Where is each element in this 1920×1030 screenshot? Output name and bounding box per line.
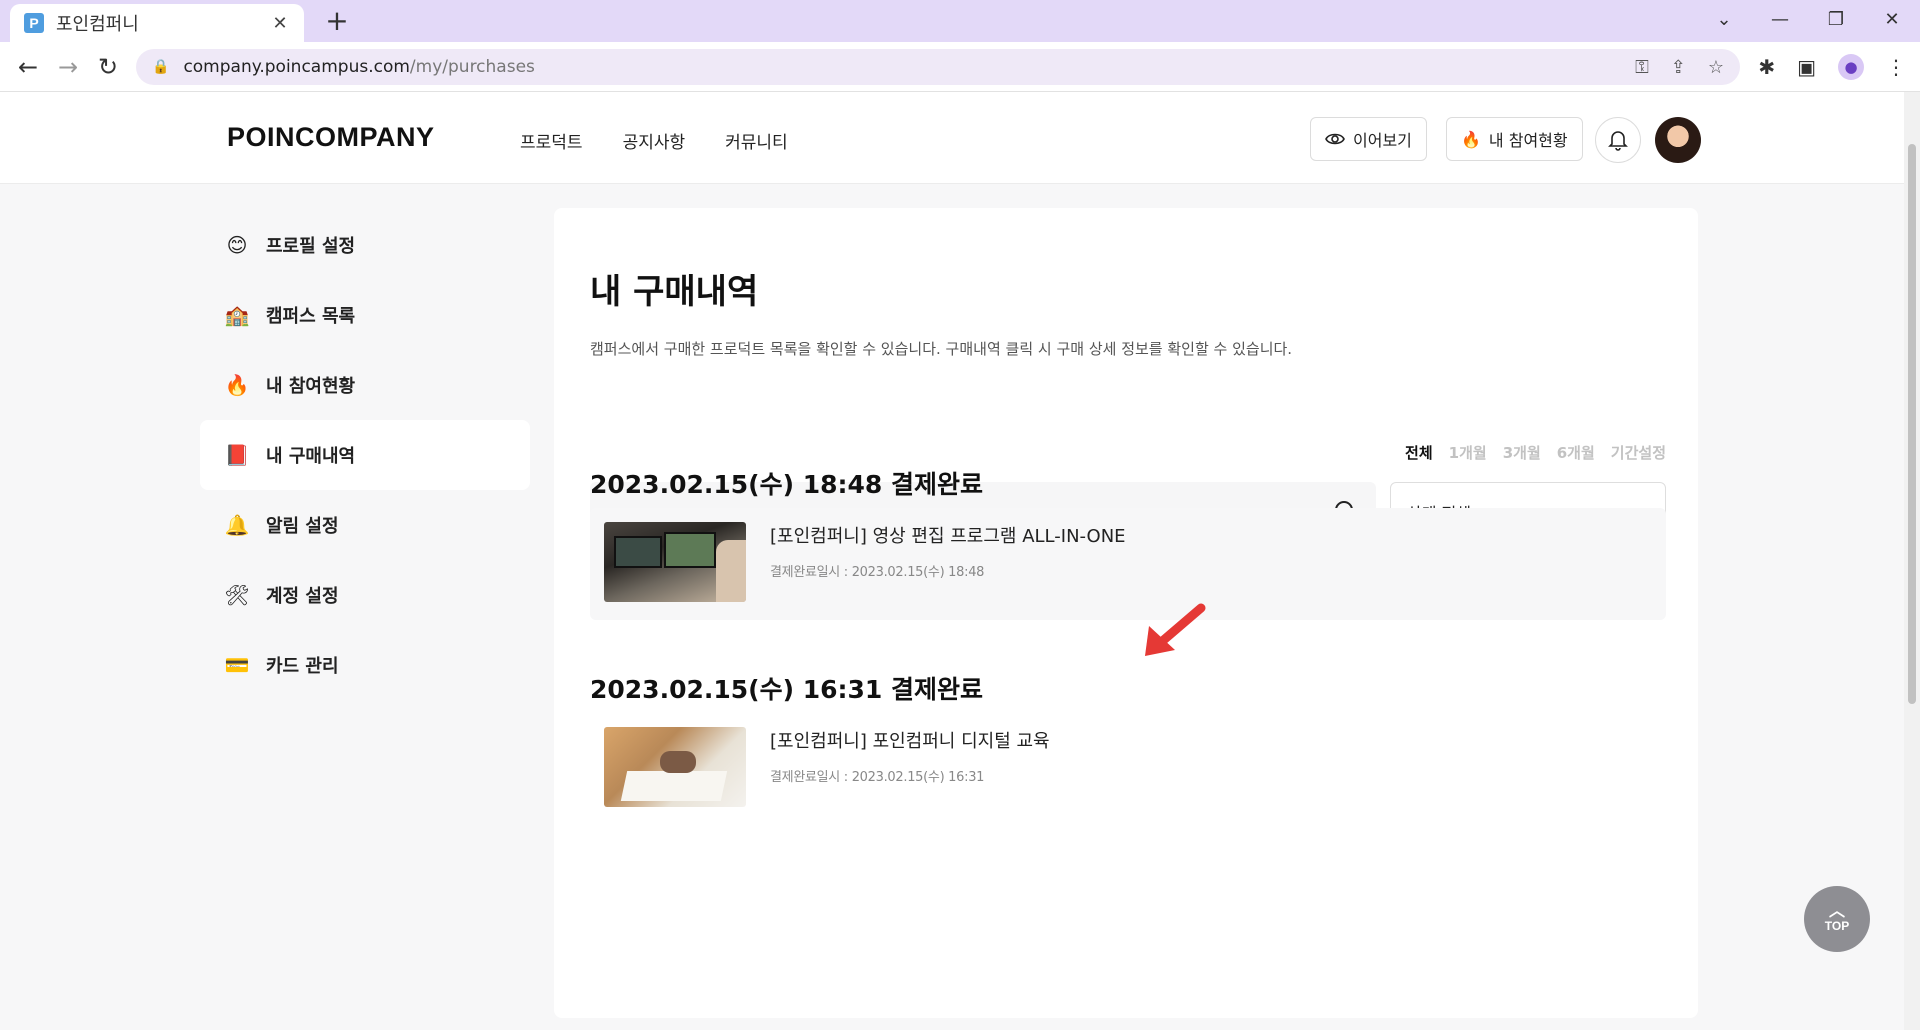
notification-bell-button[interactable] (1595, 117, 1641, 163)
bookmark-star-icon[interactable]: ☆ (1708, 57, 1724, 78)
window-controls: ⌄ — ❐ ✕ (1696, 0, 1920, 38)
card-icon: 💳 (224, 653, 250, 677)
extensions-puzzle-icon[interactable]: ✱ (1758, 55, 1775, 79)
period-filter-6-months[interactable]: 6개월 (1557, 442, 1595, 463)
smile-icon: 😊 (226, 233, 248, 257)
main-nav: 프로덕트 공지사항 커뮤니티 (520, 128, 788, 153)
tools-icon: 🛠 (224, 583, 250, 607)
order-paid-datetime: 결제완료일시 : 2023.02.15(수) 18:48 (770, 565, 985, 580)
url-path: /my/purchases (409, 57, 535, 77)
period-filter-all[interactable]: 전체 (1405, 442, 1433, 463)
nav-item-products[interactable]: 프로덕트 (520, 128, 583, 153)
order-date-heading: 2023.02.15(수) 16:31 결제완료 (590, 675, 983, 704)
share-icon[interactable]: ⇪ (1671, 57, 1686, 78)
back-icon[interactable]: ← (12, 51, 44, 83)
my-participation-button[interactable]: 🔥 내 참여현황 (1446, 117, 1583, 161)
page-title: 내 구매내역 (590, 272, 759, 312)
sidebar-item-profile-settings[interactable]: 😊 프로필 설정 (200, 210, 530, 280)
period-filter: 전체 1개월 3개월 6개월 기간설정 (1405, 442, 1666, 463)
book-icon: 📕 (224, 443, 250, 467)
user-avatar[interactable] (1655, 117, 1701, 163)
page-description: 캠퍼스에서 구매한 프로덕트 목록을 확인할 수 있습니다. 구매내역 클릭 시… (590, 340, 1293, 358)
my-participation-label: 내 참여현황 (1488, 131, 1568, 150)
scrollbar-thumb[interactable] (1908, 144, 1916, 704)
product-thumbnail (604, 727, 746, 807)
order-product-title: [포인컴퍼니] 영상 편집 프로그램 ALL-IN-ONE (770, 526, 1126, 547)
forward-icon[interactable]: → (52, 51, 84, 83)
order-item[interactable]: [포인컴퍼니] 포인컴퍼니 디지털 교육 결제완료일시 : 2023.02.15… (590, 713, 1666, 825)
period-filter-1-month[interactable]: 1개월 (1449, 442, 1487, 463)
school-icon: 🏫 (224, 303, 250, 327)
sidebar-item-label: 알림 설정 (266, 516, 339, 537)
scroll-to-top-button[interactable]: ︿ TOP (1804, 886, 1870, 952)
address-bar[interactable]: 🔒 company.poincampus.com/my/purchases ⚿ … (136, 49, 1740, 85)
bell-icon: 🔔 (224, 513, 250, 537)
continue-watching-label: 이어보기 (1353, 131, 1412, 150)
period-filter-custom[interactable]: 기간설정 (1611, 442, 1666, 463)
side-panel-icon[interactable]: ▣ (1797, 55, 1816, 79)
browser-tab-bar: P 포인컴퍼니 ✕ + ⌄ — ❐ ✕ (0, 0, 1920, 42)
sidebar-item-label: 프로필 설정 (266, 236, 356, 257)
site-logo[interactable]: POINCOMPANY (227, 122, 435, 153)
window-close-icon[interactable]: ✕ (1864, 9, 1920, 30)
site-header: POINCOMPANY 프로덕트 공지사항 커뮤니티 이어보기 🔥 내 참여현황 (0, 92, 1904, 184)
favicon-icon: P (24, 13, 44, 33)
tab-search-chevron-icon[interactable]: ⌄ (1696, 9, 1752, 30)
browser-toolbar: ← → ↻ 🔒 company.poincampus.com/my/purcha… (0, 42, 1920, 92)
close-icon[interactable]: ✕ (270, 13, 290, 34)
sidebar-item-campus-list[interactable]: 🏫 캠퍼스 목록 (200, 280, 530, 350)
nav-item-notices[interactable]: 공지사항 (623, 128, 686, 153)
eye-icon (1325, 133, 1345, 145)
sidebar-item-label: 카드 관리 (266, 656, 339, 677)
fire-icon: 🔥 (1461, 129, 1481, 149)
sidebar-item-purchases[interactable]: 📕 내 구매내역 (200, 420, 530, 490)
page-scrollbar[interactable] (1904, 92, 1920, 1030)
new-tab-button[interactable]: + (322, 6, 352, 36)
order-product-title: [포인컴퍼니] 포인컴퍼니 디지털 교육 (770, 731, 1050, 752)
tab-title: 포인컴퍼니 (56, 14, 139, 35)
reload-icon[interactable]: ↻ (92, 51, 124, 83)
restore-icon[interactable]: ❐ (1808, 9, 1864, 30)
red-arrow-annotation-icon (1145, 603, 1206, 656)
order-date-heading: 2023.02.15(수) 18:48 결제완료 (590, 470, 983, 499)
url-host: company.poincampus.com (183, 57, 410, 77)
product-thumbnail (604, 522, 746, 602)
order-paid-datetime: 결제완료일시 : 2023.02.15(수) 16:31 (770, 770, 985, 785)
nav-item-community[interactable]: 커뮤니티 (725, 128, 788, 153)
key-icon[interactable]: ⚿ (1635, 57, 1649, 78)
lock-icon[interactable]: 🔒 (152, 59, 169, 75)
sidebar-item-label: 캠퍼스 목록 (266, 306, 356, 327)
mypage-sidebar: 😊 프로필 설정 🏫 캠퍼스 목록 🔥 내 참여현황 📕 내 구매내역 🔔 알림… (200, 210, 530, 700)
purchases-panel: 내 구매내역 캠퍼스에서 구매한 프로덕트 목록을 확인할 수 있습니다. 구매… (554, 208, 1698, 1018)
sidebar-item-card-management[interactable]: 💳 카드 관리 (200, 630, 530, 700)
period-filter-3-months[interactable]: 3개월 (1503, 442, 1541, 463)
sidebar-item-account-settings[interactable]: 🛠 계정 설정 (200, 560, 530, 630)
sidebar-item-label: 내 참여현황 (266, 376, 356, 397)
order-item[interactable]: [포인컴퍼니] 영상 편집 프로그램 ALL-IN-ONE 결제완료일시 : 2… (590, 508, 1666, 620)
sidebar-item-label: 계정 설정 (266, 586, 339, 607)
sidebar-item-notification-settings[interactable]: 🔔 알림 설정 (200, 490, 530, 560)
minimize-icon[interactable]: — (1752, 9, 1808, 30)
browser-tab[interactable]: P 포인컴퍼니 ✕ (10, 4, 304, 42)
menu-kebab-icon[interactable]: ⋮ (1886, 55, 1906, 79)
sidebar-item-participation[interactable]: 🔥 내 참여현황 (200, 350, 530, 420)
bell-icon (1608, 131, 1628, 151)
fire-icon: 🔥 (224, 373, 250, 397)
continue-watching-button[interactable]: 이어보기 (1310, 117, 1427, 161)
top-button-label: TOP (1824, 919, 1850, 933)
chevron-up-icon: ︿ (1828, 903, 1845, 920)
profile-icon[interactable]: ● (1838, 54, 1864, 80)
sidebar-item-label: 내 구매내역 (266, 446, 356, 467)
